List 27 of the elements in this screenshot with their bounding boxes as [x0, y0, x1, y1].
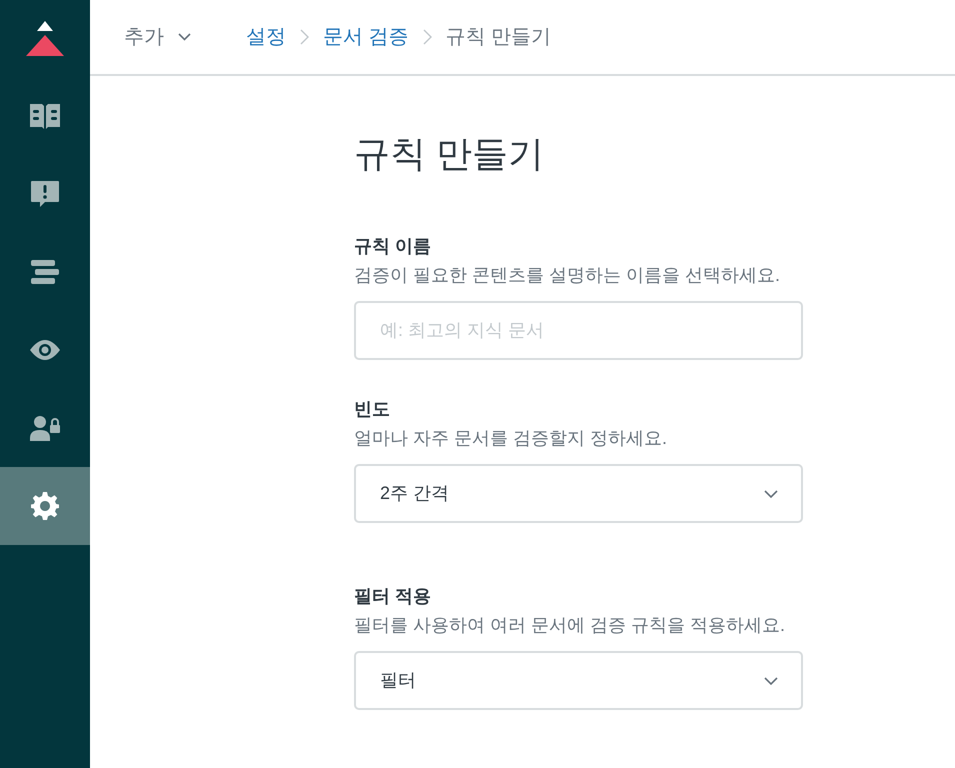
breadcrumb-link[interactable]: 문서 검증 [323, 22, 409, 52]
user-lock-icon [30, 416, 60, 440]
breadcrumb-current: 규칙 만들기 [446, 25, 552, 50]
text-lines-icon [31, 260, 59, 284]
field-label: 규칙 이름 [354, 235, 432, 258]
dropdown-select[interactable]: 2주 간격 [354, 464, 803, 523]
field-label: 필터 적용 [354, 585, 432, 608]
field-hint: 검증이 필요한 콘텐츠를 설명하는 이름을 선택하세요. [354, 264, 780, 287]
breadcrumb-link[interactable]: 설정 [246, 22, 286, 52]
field-label: 빈도 [354, 398, 390, 421]
chevron-down-icon [764, 490, 778, 498]
sidebar-item[interactable] [0, 467, 90, 545]
chevron-down-icon [178, 33, 191, 41]
page-title: 규칙 만들기 [354, 132, 546, 176]
chevron-right-icon [422, 29, 432, 45]
logo-icon[interactable] [26, 21, 64, 56]
field-hint: 필터를 사용하여 여러 문서에 검증 규칙을 적용하세요. [354, 614, 786, 637]
input-field[interactable]: 예: 최고의 지식 문서 [354, 301, 803, 360]
settings-icon [31, 492, 59, 520]
alert-bubble-icon [31, 181, 59, 207]
book-icon [30, 104, 60, 128]
eye-icon [30, 340, 60, 360]
chevron-right-icon [300, 29, 309, 45]
dropdown-select[interactable]: 필터 [354, 651, 803, 710]
add-menu-button[interactable]: 추가 [124, 27, 191, 47]
chevron-down-icon [764, 676, 778, 684]
field-hint: 얼마나 자주 문서를 검증할지 정하세요. [354, 427, 668, 450]
